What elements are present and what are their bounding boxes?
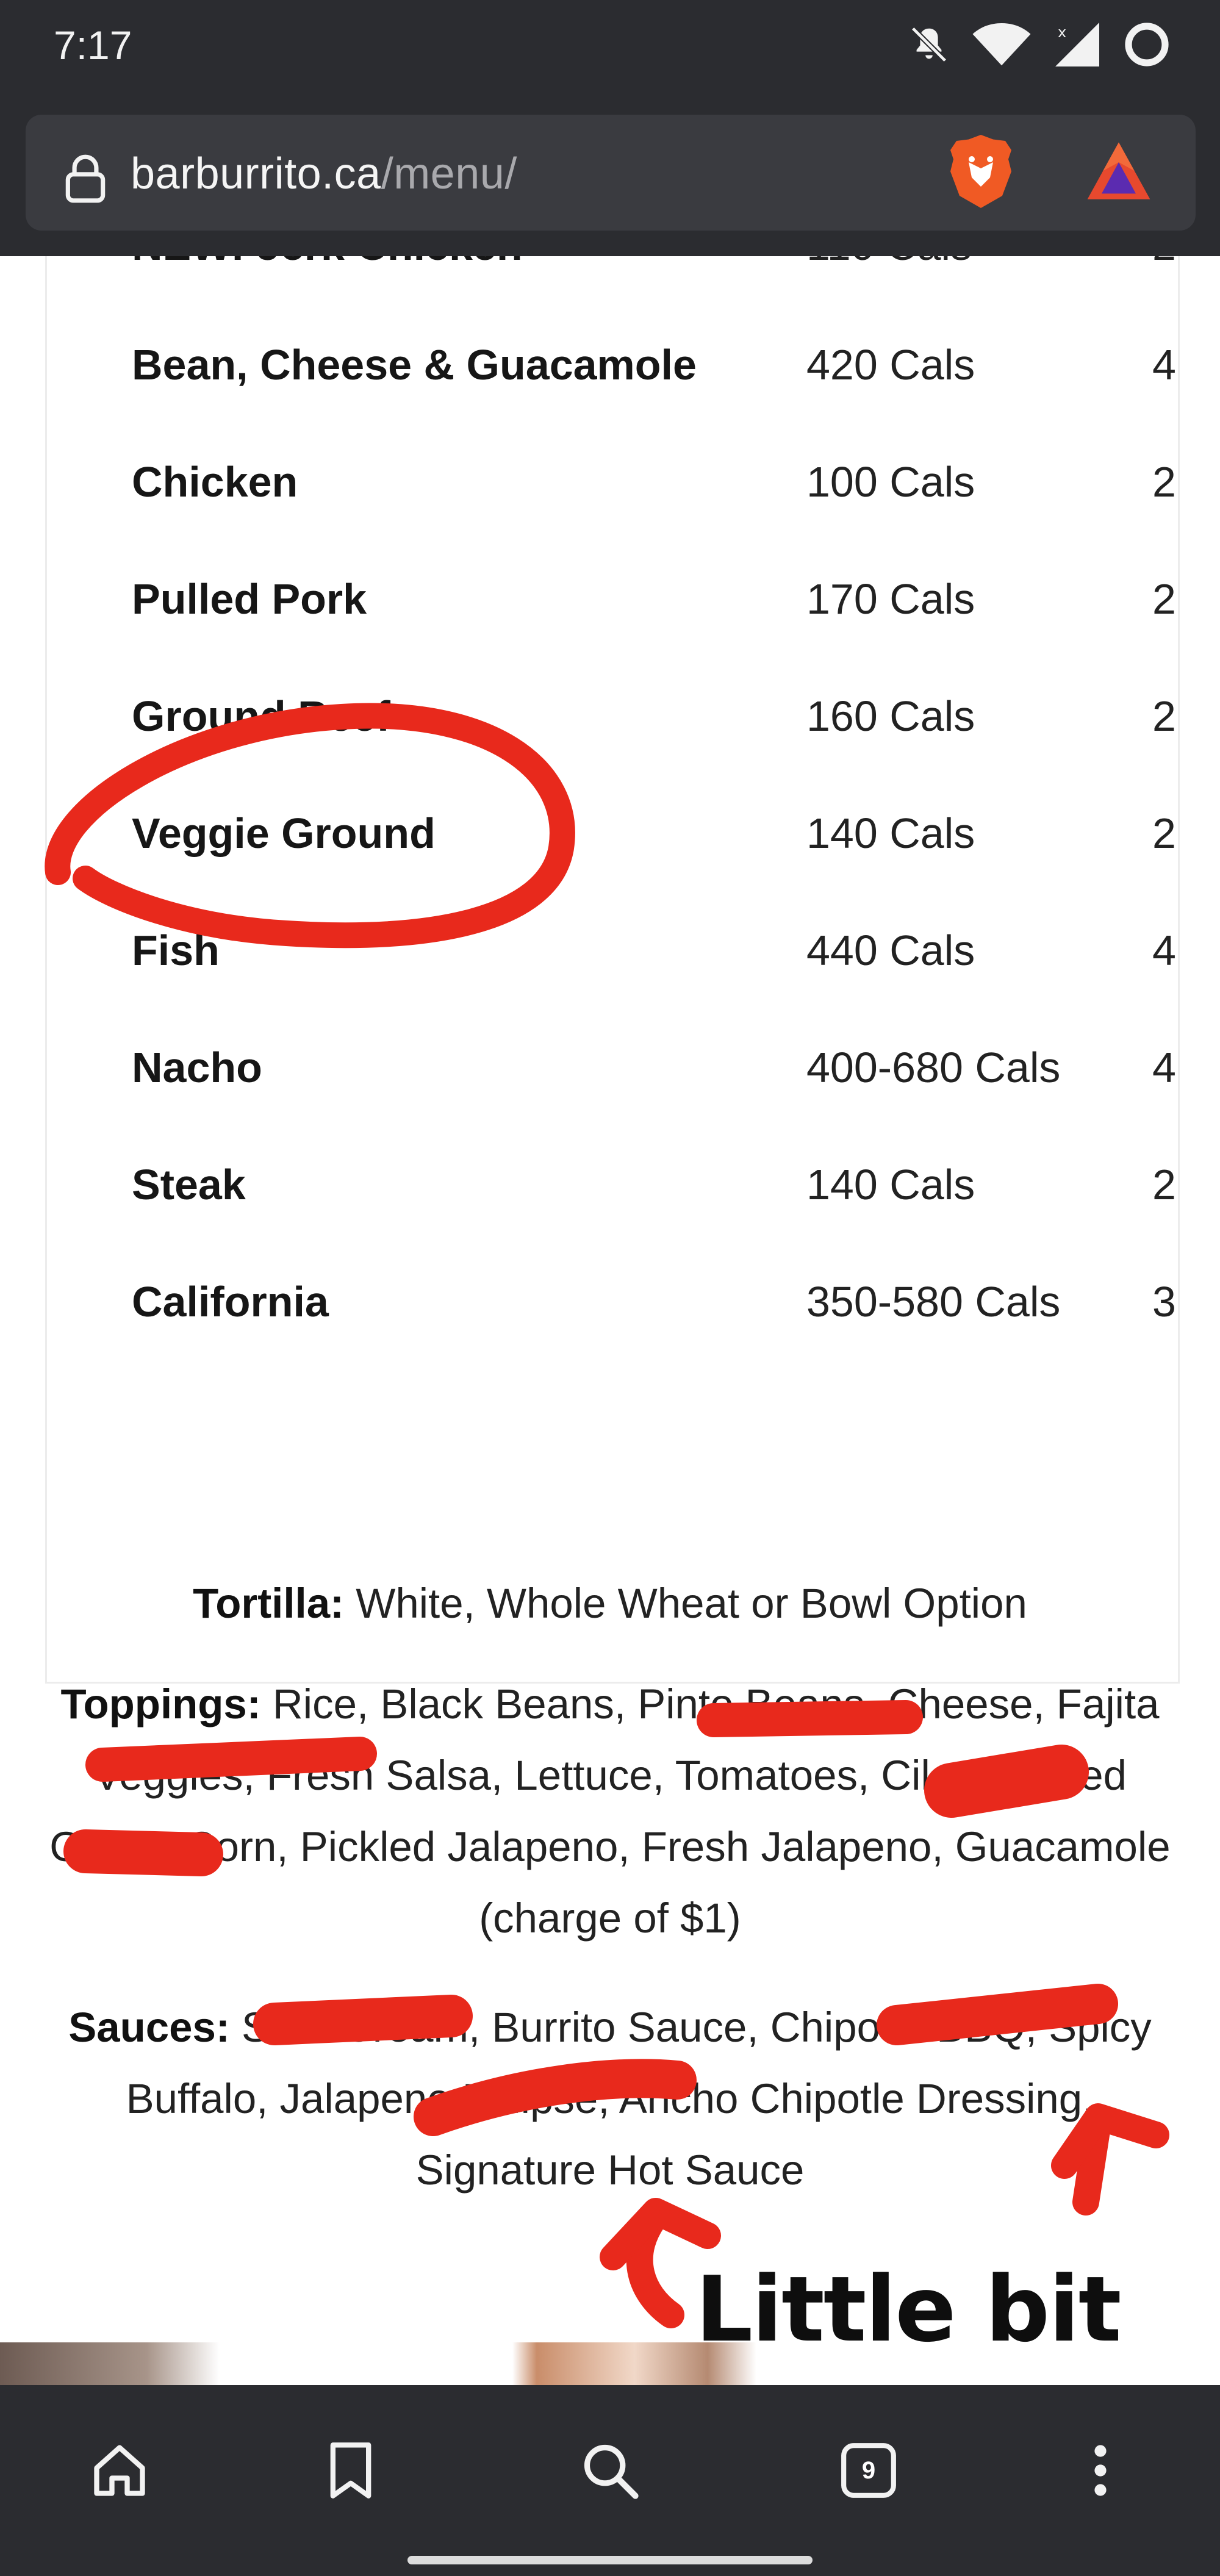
menu-item-extra: 4 xyxy=(1152,341,1176,389)
menu-item-name: California xyxy=(132,1278,329,1326)
brave-rewards-icon[interactable] xyxy=(1085,139,1153,203)
toppings-info: Toppings: Rice, Black Beans, Pinto Beans… xyxy=(49,1668,1171,1954)
menu-item-cals: 140 Cals xyxy=(806,809,975,857)
sauces-text: Sour Cream, Burrito Sauce, Chipotle BBQ,… xyxy=(126,2004,1152,2194)
menu-item-cals: 440 Cals xyxy=(806,927,975,974)
bookmark-icon xyxy=(330,2442,371,2499)
menu-item-cals: 350-580 Cals xyxy=(806,1278,1061,1326)
menu-item-cals: 420 Cals xyxy=(806,341,975,389)
page-content[interactable]: NEW: Jerk Chicken 110 Cals 2 Bean, Chees… xyxy=(0,256,1220,2385)
menu-item-extra: 2 xyxy=(1152,575,1176,623)
annotation-note: Little bit xyxy=(695,2257,1122,2362)
menu-row: Bean, Cheese & Guacamole 420 Cals 4 xyxy=(87,340,1220,401)
menu-item-extra: 2 xyxy=(1152,1161,1176,1208)
menu-row: California 350-580 Cals 3 xyxy=(87,1277,1220,1338)
url-text[interactable]: barburrito.ca/menu/ xyxy=(131,149,517,199)
menu-item-cals: 400-680 Cals xyxy=(806,1044,1061,1091)
menu-item-cals: 110 Cals xyxy=(806,256,972,270)
menu-row: Pulled Pork 170 Cals 2 xyxy=(87,575,1220,636)
menu-item-name: Fish xyxy=(132,927,220,974)
menu-item-extra: 3 xyxy=(1152,1278,1176,1326)
mute-bell-icon xyxy=(911,26,947,63)
sauces-info: Sauces: Sour Cream, Burrito Sauce, Chipo… xyxy=(49,1992,1171,2206)
menu-item-extra: 4 xyxy=(1152,927,1176,974)
menu-item-name: Veggie Ground xyxy=(132,809,436,857)
menu-item-cals: 160 Cals xyxy=(806,692,975,740)
status-bar: 7:17 x xyxy=(0,0,1220,91)
signal-icon: x xyxy=(1055,23,1099,66)
menu-item-cals: 100 Cals xyxy=(806,458,975,506)
tab-count: 9 xyxy=(861,2456,876,2484)
menu-item-name: Chicken xyxy=(132,458,298,506)
menu-row: Steak 140 Cals 2 xyxy=(87,1160,1220,1221)
menu-item-name: Ground Beef xyxy=(132,692,390,740)
menu-item-cals: 170 Cals xyxy=(806,575,975,623)
tortilla-text: White, Whole Wheat or Bowl Option xyxy=(344,1580,1027,1627)
home-icon xyxy=(94,2445,145,2496)
address-bar[interactable]: barburrito.ca/menu/ xyxy=(26,115,1196,231)
search-button[interactable] xyxy=(567,2428,653,2513)
menu-item-extra: 2 xyxy=(1152,692,1176,740)
menu-item-extra: 4 xyxy=(1152,1044,1176,1091)
url-path: /menu/ xyxy=(381,149,517,198)
menu-item-name: Nacho xyxy=(132,1044,262,1091)
svg-text:x: x xyxy=(1058,24,1066,41)
wifi-icon xyxy=(972,23,1031,66)
bookmark-button[interactable] xyxy=(308,2428,393,2513)
browser-toolbar: barburrito.ca/menu/ xyxy=(0,91,1220,256)
menu-item-name: Bean, Cheese & Guacamole xyxy=(132,341,697,389)
more-vert-icon xyxy=(1094,2445,1107,2496)
menu-item-extra: 2 xyxy=(1152,809,1176,857)
menu-item-name: NEW: Jerk Chicken xyxy=(132,256,523,270)
tortilla-label: Tortilla: xyxy=(193,1580,345,1627)
battery-ring-icon xyxy=(1125,23,1169,66)
brave-lion-icon[interactable] xyxy=(944,132,1017,211)
toppings-label: Toppings: xyxy=(60,1681,261,1727)
menu-row: Ground Beef 160 Cals 2 xyxy=(87,692,1220,753)
status-time: 7:17 xyxy=(54,23,132,68)
menu-item-cals: 140 Cals xyxy=(806,1161,975,1208)
gesture-home-indicator[interactable] xyxy=(407,2556,813,2564)
menu-item-extra: 2 xyxy=(1152,458,1176,506)
menu-row-clipped: NEW: Jerk Chicken 110 Cals 2 xyxy=(87,256,1220,282)
browser-bottom-nav: 9 xyxy=(0,2385,1220,2576)
menu-item-name: Pulled Pork xyxy=(132,575,367,623)
menu-item-name: Steak xyxy=(132,1161,246,1208)
tortilla-info: Tortilla: White, Whole Wheat or Bowl Opt… xyxy=(49,1568,1171,1639)
more-menu-button[interactable] xyxy=(1058,2428,1143,2513)
menu-row: Nacho 400-680 Cals 4 xyxy=(87,1043,1220,1104)
lock-icon xyxy=(65,154,106,203)
home-button[interactable] xyxy=(77,2428,162,2513)
search-icon xyxy=(584,2444,639,2499)
menu-item-extra: 2 xyxy=(1152,256,1183,270)
menu-row: Fish 440 Cals 4 xyxy=(87,926,1220,987)
tabs-button[interactable]: 9 xyxy=(826,2428,911,2513)
menu-row: Veggie Ground 140 Cals 2 xyxy=(87,809,1220,870)
sauces-label: Sauces: xyxy=(68,2004,230,2051)
menu-row: Chicken 100 Cals 2 xyxy=(87,457,1220,518)
url-domain: barburrito.ca xyxy=(131,149,381,198)
status-icons: x xyxy=(908,17,1171,72)
